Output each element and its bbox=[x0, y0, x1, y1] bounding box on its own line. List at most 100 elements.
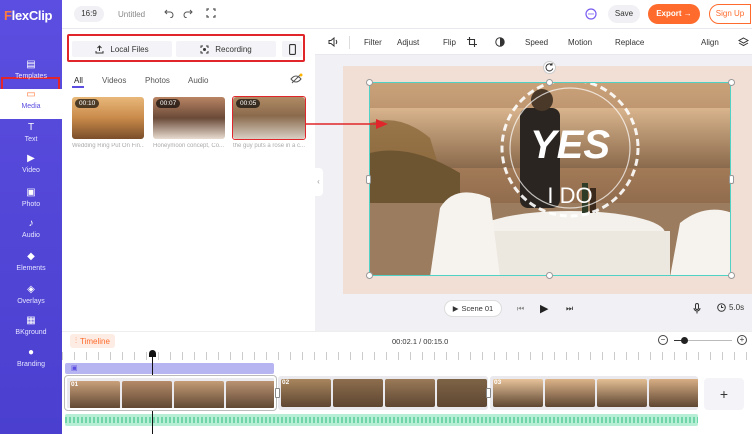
aspect-ratio-button[interactable]: 16:9 bbox=[74, 6, 104, 22]
zoom-out-icon[interactable]: − bbox=[658, 335, 668, 345]
audio-icon: ♪ bbox=[28, 218, 34, 229]
playhead-knob[interactable] bbox=[149, 350, 156, 357]
sidebar-item-label: Video bbox=[22, 167, 40, 174]
tool-adjust[interactable]: Adjust bbox=[397, 38, 419, 47]
phone-upload-button[interactable] bbox=[282, 41, 302, 57]
previous-icon[interactable]: ⏮ bbox=[517, 304, 524, 314]
timeline-clip[interactable]: 02 bbox=[278, 376, 488, 410]
clip-number: 01 bbox=[71, 381, 79, 388]
duration-display[interactable]: 5.0s bbox=[717, 303, 744, 312]
background-icon: ▦ bbox=[26, 315, 36, 326]
fullscreen-icon[interactable] bbox=[206, 8, 216, 18]
clock-icon bbox=[717, 303, 726, 312]
sidebar-item-text[interactable]: T Text bbox=[0, 122, 62, 152]
media-thumbnail[interactable]: 00:07 bbox=[153, 97, 225, 139]
crop-icon[interactable] bbox=[467, 37, 477, 47]
sidebar-item-label: Audio bbox=[22, 232, 40, 239]
upload-source-box: Local Files Recording bbox=[67, 34, 305, 62]
clip-frame bbox=[437, 379, 487, 407]
microphone-icon[interactable] bbox=[693, 303, 701, 314]
clip-frame bbox=[226, 381, 274, 408]
tab-videos[interactable]: Videos bbox=[102, 76, 126, 85]
resize-handle[interactable] bbox=[728, 272, 735, 279]
sidebar-item-label: Photo bbox=[21, 201, 41, 208]
scene-button[interactable]: ▶ Scene 01 bbox=[444, 300, 502, 317]
branding-icon: ● bbox=[27, 347, 35, 358]
overlay-track[interactable]: ▣ bbox=[65, 363, 274, 374]
clip-frame bbox=[649, 379, 698, 407]
timeline-clip[interactable]: 03 bbox=[490, 376, 698, 410]
media-caption: Wedding Ring Put On Fin... bbox=[72, 143, 144, 149]
zoom-in-icon[interactable]: + bbox=[737, 335, 747, 345]
toolbar-divider bbox=[349, 36, 350, 49]
align-label[interactable]: Align bbox=[701, 38, 719, 47]
sidebar-item-templates[interactable]: ▤ Templates bbox=[0, 59, 62, 89]
save-button[interactable]: Save bbox=[608, 5, 640, 23]
text-icon: T bbox=[27, 122, 35, 133]
tab-audio[interactable]: Audio bbox=[188, 76, 208, 85]
clip-frame bbox=[597, 379, 647, 407]
sidebar-item-label: Templates bbox=[15, 73, 47, 80]
resize-handle[interactable] bbox=[366, 272, 373, 279]
timeline-clip[interactable]: 01 bbox=[65, 376, 276, 410]
layers-icon[interactable] bbox=[738, 37, 749, 47]
media-thumbnail[interactable]: 00:10 bbox=[72, 97, 144, 139]
tab-photos[interactable]: Photos bbox=[145, 76, 170, 85]
clip-frame bbox=[545, 379, 595, 407]
tool-motion[interactable]: Motion bbox=[568, 38, 592, 47]
sidebar-item-branding[interactable]: ● Branding bbox=[0, 347, 62, 377]
color-icon[interactable] bbox=[495, 37, 505, 47]
timeline-tab[interactable]: ⫶ Timeline bbox=[70, 334, 115, 348]
play-icon[interactable]: ▶ bbox=[540, 302, 548, 315]
recording-label: Recording bbox=[215, 44, 252, 54]
undo-icon[interactable] bbox=[164, 8, 174, 18]
zoom-slider-knob[interactable] bbox=[681, 337, 688, 344]
overlay-track-icon: ▣ bbox=[71, 365, 78, 372]
redo-icon[interactable] bbox=[183, 8, 193, 18]
sidebar-item-audio[interactable]: ♪ Audio bbox=[0, 218, 62, 248]
sidebar-item-label: BKground bbox=[15, 329, 47, 336]
resize-handle[interactable] bbox=[366, 175, 371, 184]
overlay-ido: I DO bbox=[547, 183, 592, 208]
upload-icon bbox=[95, 44, 104, 53]
volume-icon[interactable] bbox=[328, 37, 339, 47]
tool-flip[interactable]: Flip bbox=[443, 38, 456, 47]
signup-button[interactable]: Sign Up bbox=[709, 4, 751, 24]
tool-filter[interactable]: Filter bbox=[364, 38, 382, 47]
tool-replace[interactable]: Replace bbox=[615, 38, 644, 47]
hide-icon[interactable] bbox=[290, 73, 303, 85]
sidebar-item-elements[interactable]: ◆ Elements bbox=[0, 251, 62, 281]
video-scene: YES I DO bbox=[370, 83, 730, 275]
local-files-label: Local Files bbox=[110, 44, 149, 54]
sidebar-item-photo[interactable]: ▣ Photo bbox=[0, 187, 62, 217]
media-selection-outline bbox=[232, 96, 306, 140]
sidebar-item-video[interactable]: ▶ Video bbox=[0, 153, 62, 183]
video-preview[interactable]: YES I DO bbox=[369, 82, 731, 276]
transition-handle[interactable] bbox=[275, 388, 280, 398]
local-files-button[interactable]: Local Files bbox=[72, 41, 172, 57]
next-icon[interactable]: ⏭ bbox=[566, 304, 573, 314]
export-button[interactable]: Export → bbox=[648, 4, 700, 24]
panel-collapse-handle[interactable]: ‹ bbox=[314, 168, 323, 196]
resize-handle[interactable] bbox=[546, 272, 553, 279]
resize-handle[interactable] bbox=[366, 79, 373, 86]
tool-speed[interactable]: Speed bbox=[525, 38, 548, 47]
record-icon bbox=[200, 45, 209, 53]
audio-track[interactable] bbox=[65, 414, 698, 426]
transition-handle[interactable] bbox=[486, 388, 491, 398]
rotate-icon[interactable] bbox=[543, 61, 556, 74]
sidebar-item-overlays[interactable]: ◈ Overlays bbox=[0, 284, 62, 314]
video-icon: ▶ bbox=[27, 153, 35, 164]
resize-handle[interactable] bbox=[728, 79, 735, 86]
resize-handle[interactable] bbox=[546, 79, 553, 86]
chat-icon[interactable] bbox=[585, 8, 597, 20]
app-logo[interactable]: FlexClip bbox=[4, 8, 52, 23]
add-clip-button[interactable]: + bbox=[704, 378, 744, 410]
sidebar-item-media[interactable]: ▭ Media bbox=[0, 89, 62, 119]
resize-handle[interactable] bbox=[729, 175, 734, 184]
recording-button[interactable]: Recording bbox=[176, 41, 276, 57]
sidebar-item-bkground[interactable]: ▦ BKground bbox=[0, 315, 62, 345]
elements-icon: ◆ bbox=[27, 251, 35, 262]
project-title[interactable]: Untitled bbox=[118, 10, 145, 19]
tab-all[interactable]: All bbox=[74, 76, 83, 85]
